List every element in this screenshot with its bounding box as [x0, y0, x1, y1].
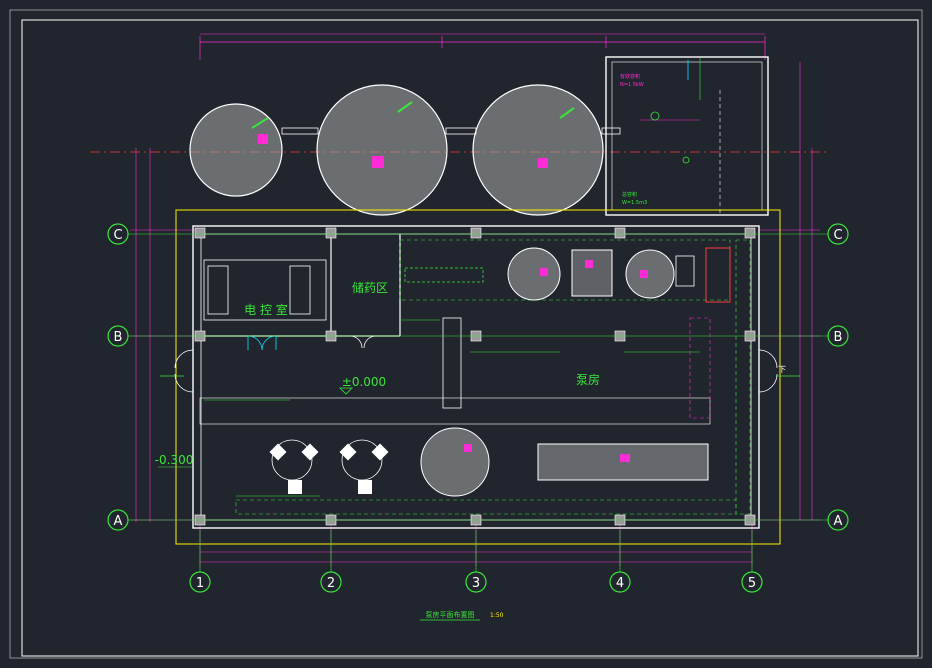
room-label-pump: 泵房 — [576, 372, 600, 387]
pool-note-4: W=1.5m3 — [622, 200, 647, 206]
right-dimension — [760, 62, 820, 521]
tank-1 — [189, 103, 283, 197]
pool-enclosure: 有效容积 N=1.5kW 总容积 W=1.5m3 — [605, 56, 769, 216]
axis-label-col-4: 4 — [616, 576, 624, 591]
inner-frame — [9, 9, 923, 659]
pool-note-1: 有效容积 — [620, 73, 640, 80]
stair-label: 下 — [778, 365, 786, 374]
pool-note-3: 总容积 — [622, 191, 637, 198]
axis-bubbles-right — [827, 223, 849, 531]
cad-drawing: 有效容积 N=1.5kW 总容积 W=1.5m3 C B A C B A 1 2… — [9, 9, 923, 659]
outer-frame — [21, 19, 919, 657]
axis-bubbles-left — [107, 223, 129, 531]
tank-3 — [472, 84, 604, 216]
axis-label-col-3: 3 — [472, 576, 480, 591]
outside-level: -0.300 — [155, 453, 194, 467]
top-dimension — [199, 33, 766, 60]
drawing-title: 泵房平面布置图 — [426, 610, 475, 619]
room-label-storage: 储药区 — [352, 280, 388, 295]
top-bay-equipment — [507, 247, 731, 303]
axis-label-row-a-right: A — [834, 514, 843, 529]
outdoor-tanks — [189, 84, 621, 216]
doors — [174, 335, 778, 393]
axis-label-row-a-left: A — [114, 514, 123, 529]
axis-label-col-2: 2 — [327, 576, 335, 591]
drawing-scale: 1:50 — [490, 612, 504, 619]
axis-label-row-c-left: C — [113, 228, 122, 243]
axis-label-row-c-right: C — [833, 228, 842, 243]
tank-2 — [316, 84, 448, 216]
floor-level: ±0.000 — [342, 375, 386, 389]
room-label-electrical: 电 控 室 — [244, 302, 288, 317]
axis-label-row-b-right: B — [834, 330, 843, 345]
pool-note-2: N=1.5kW — [620, 82, 644, 88]
lower-bay-equipment — [269, 427, 709, 497]
axis-label-row-b-left: B — [114, 330, 123, 345]
axis-label-col-1: 1 — [196, 576, 204, 591]
axis-label-col-5: 5 — [748, 576, 756, 591]
